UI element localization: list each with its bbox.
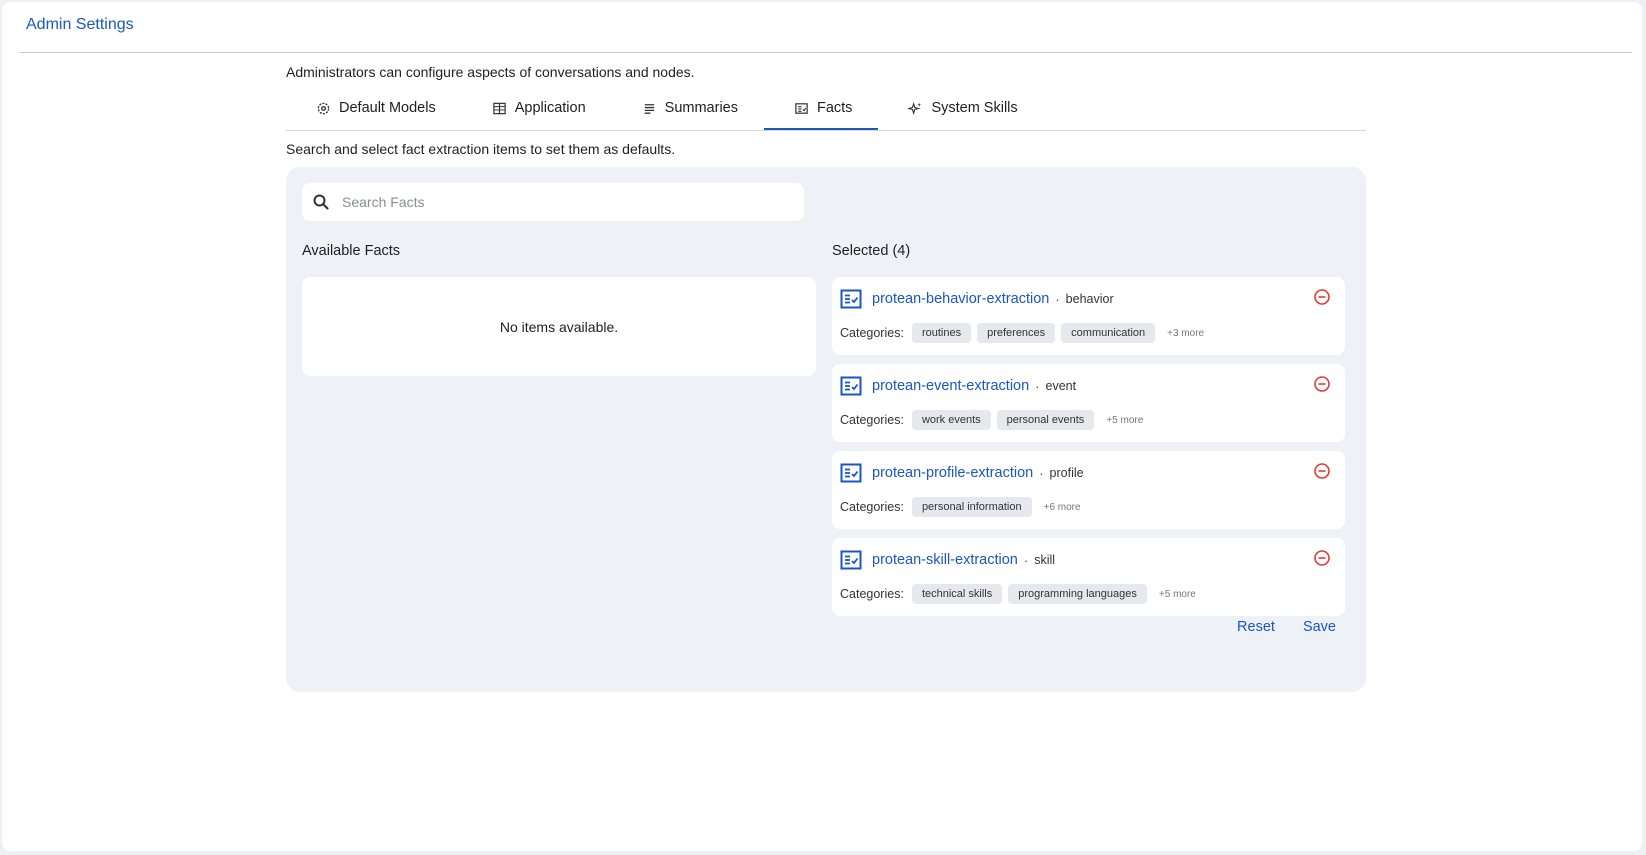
fact-type: event (1045, 379, 1077, 393)
lines-icon (644, 103, 654, 114)
tab-system-skills[interactable]: System Skills (878, 88, 1043, 128)
fact-type: profile (1049, 466, 1084, 480)
remove-circle-icon[interactable] (1313, 549, 1331, 567)
fact-categories: Categories: routines preferences communi… (840, 323, 1204, 343)
category-chip: communication (1061, 323, 1156, 343)
remove-circle-icon[interactable] (1313, 375, 1331, 393)
admin-settings-window: Admin Settings Administrators can config… (2, 2, 1642, 851)
fact-header: protean-skill-extraction · skill (840, 550, 1055, 570)
category-chip: preferences (977, 323, 1056, 343)
tab-facts[interactable]: Facts (763, 88, 879, 130)
empty-message: No items available. (499, 318, 619, 335)
separator-dot: · (1055, 291, 1060, 307)
settings-content: Administrators can configure aspects of … (286, 62, 1366, 692)
settings-tabs: Default Models Application Summaries Fac… (286, 88, 1366, 131)
facts-panel: Available Facts Selected (4) No items av… (286, 167, 1366, 692)
fact-card-icon (795, 102, 808, 114)
fact-categories: Categories: personal information +6 more (840, 497, 1081, 517)
fact-header: protean-profile-extraction · profile (840, 463, 1084, 483)
save-button[interactable]: Save (1303, 619, 1336, 635)
remove-circle-icon[interactable] (1313, 462, 1331, 480)
fact-name-link[interactable]: protean-behavior-extraction (872, 291, 1049, 307)
tab-default-models[interactable]: Default Models (286, 88, 462, 128)
fact-name-link[interactable]: protean-skill-extraction (872, 552, 1018, 568)
selected-fact-item: protean-profile-extraction · profile Cat… (832, 451, 1345, 529)
selected-fact-item: protean-skill-extraction · skill Categor… (832, 538, 1345, 616)
search-box[interactable] (302, 183, 804, 221)
header-divider (20, 52, 1632, 53)
columns-icon (492, 102, 506, 114)
more-categories: +5 more (1106, 414, 1144, 426)
fact-categories: Categories: work events personal events … (840, 410, 1143, 430)
category-chip: programming languages (1008, 584, 1147, 604)
category-chip: work events (911, 410, 991, 430)
fact-type: skill (1034, 553, 1056, 567)
tab-application[interactable]: Application (462, 88, 612, 128)
app-title[interactable]: Admin Settings (26, 16, 134, 34)
separator-dot: · (1023, 552, 1029, 568)
selected-facts-list: protean-behavior-extraction · behavior C… (832, 277, 1345, 625)
fact-categories: Categories: technical skills programming… (840, 584, 1196, 604)
tab-label: Summaries (664, 100, 738, 116)
categories-label: Categories: (840, 413, 904, 427)
sparkle-icon (908, 101, 922, 115)
fact-checklist-icon (840, 376, 862, 396)
more-categories: +3 more (1167, 327, 1205, 339)
available-facts-list: No items available. (302, 277, 816, 376)
fact-checklist-icon (840, 550, 862, 570)
categories-label: Categories: (840, 587, 904, 601)
gear-icon (317, 102, 330, 114)
tab-label: Default Models (339, 100, 436, 116)
category-chip: technical skills (911, 584, 1003, 604)
fact-name-link[interactable]: protean-profile-extraction (872, 465, 1033, 481)
tab-label: System Skills (931, 100, 1018, 116)
form-actions: Reset Save (1237, 619, 1336, 635)
fact-header: protean-event-extraction · event (840, 376, 1076, 396)
fact-type: behavior (1065, 292, 1114, 306)
selected-fact-item: protean-event-extraction · event Categor… (832, 364, 1345, 442)
separator-dot: · (1035, 378, 1040, 394)
fact-checklist-icon (840, 289, 862, 309)
fact-header: protean-behavior-extraction · behavior (840, 289, 1114, 309)
separator-dot: · (1039, 465, 1044, 481)
category-chip: personal information (911, 497, 1032, 517)
reset-button[interactable]: Reset (1237, 619, 1275, 635)
selected-facts-title: Selected (4) (832, 243, 911, 259)
remove-circle-icon[interactable] (1313, 288, 1331, 306)
fact-name-link[interactable]: protean-event-extraction (872, 378, 1029, 394)
available-facts-title: Available Facts (302, 243, 401, 259)
facts-subtitle: Search and select fact extraction items … (286, 141, 676, 157)
search-icon (313, 194, 329, 210)
more-categories: +5 more (1158, 588, 1196, 600)
category-chip: routines (911, 323, 972, 343)
selected-fact-item: protean-behavior-extraction · behavior C… (832, 277, 1345, 355)
fact-checklist-icon (840, 463, 862, 483)
tab-label: Application (514, 100, 586, 116)
search-input[interactable] (340, 193, 784, 211)
categories-label: Categories: (840, 500, 904, 514)
tab-summaries[interactable]: Summaries (612, 88, 764, 128)
tab-label: Facts (816, 100, 853, 116)
intro-text: Administrators can configure aspects of … (286, 64, 695, 80)
categories-label: Categories: (840, 326, 904, 340)
more-categories: +6 more (1043, 501, 1081, 513)
category-chip: personal events (996, 410, 1095, 430)
